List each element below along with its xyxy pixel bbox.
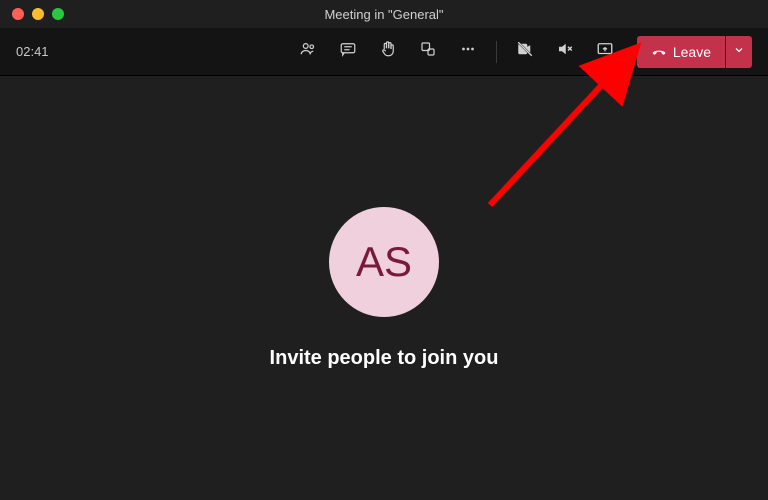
meeting-toolbar: 02:41 [0,28,768,76]
leave-options-button[interactable] [726,36,752,68]
people-icon [299,40,317,63]
invite-prompt: Invite people to join you [270,347,499,370]
participants-button[interactable] [292,36,324,68]
raise-hand-button[interactable] [372,36,404,68]
speaker-muted-icon [556,40,574,63]
leave-button-group: Leave [637,36,752,68]
toolbar-divider [496,41,497,63]
chat-icon [339,40,357,63]
leave-button[interactable]: Leave [637,36,725,68]
chevron-down-icon [733,44,745,59]
more-actions-button[interactable] [452,36,484,68]
hand-icon [379,40,397,63]
close-window-icon[interactable] [12,8,24,20]
leave-label: Leave [673,44,711,60]
breakout-rooms-icon [419,40,437,63]
avatar-initials: AS [356,238,412,286]
mic-toggle-button[interactable] [549,36,581,68]
share-screen-button[interactable] [589,36,621,68]
participant-avatar: AS [329,207,439,317]
meeting-stage: AS Invite people to join you [0,76,768,500]
minimize-window-icon[interactable] [32,8,44,20]
rooms-button[interactable] [412,36,444,68]
window-title: Meeting in "General" [324,7,443,22]
chat-button[interactable] [332,36,364,68]
titlebar: Meeting in "General" [0,0,768,28]
camera-toggle-button[interactable] [509,36,541,68]
share-screen-icon [596,40,614,63]
window-controls [0,8,64,20]
hangup-icon [651,42,667,61]
meeting-timer: 02:41 [16,44,49,59]
camera-off-icon [516,40,534,63]
ellipsis-icon [459,40,477,63]
maximize-window-icon[interactable] [52,8,64,20]
